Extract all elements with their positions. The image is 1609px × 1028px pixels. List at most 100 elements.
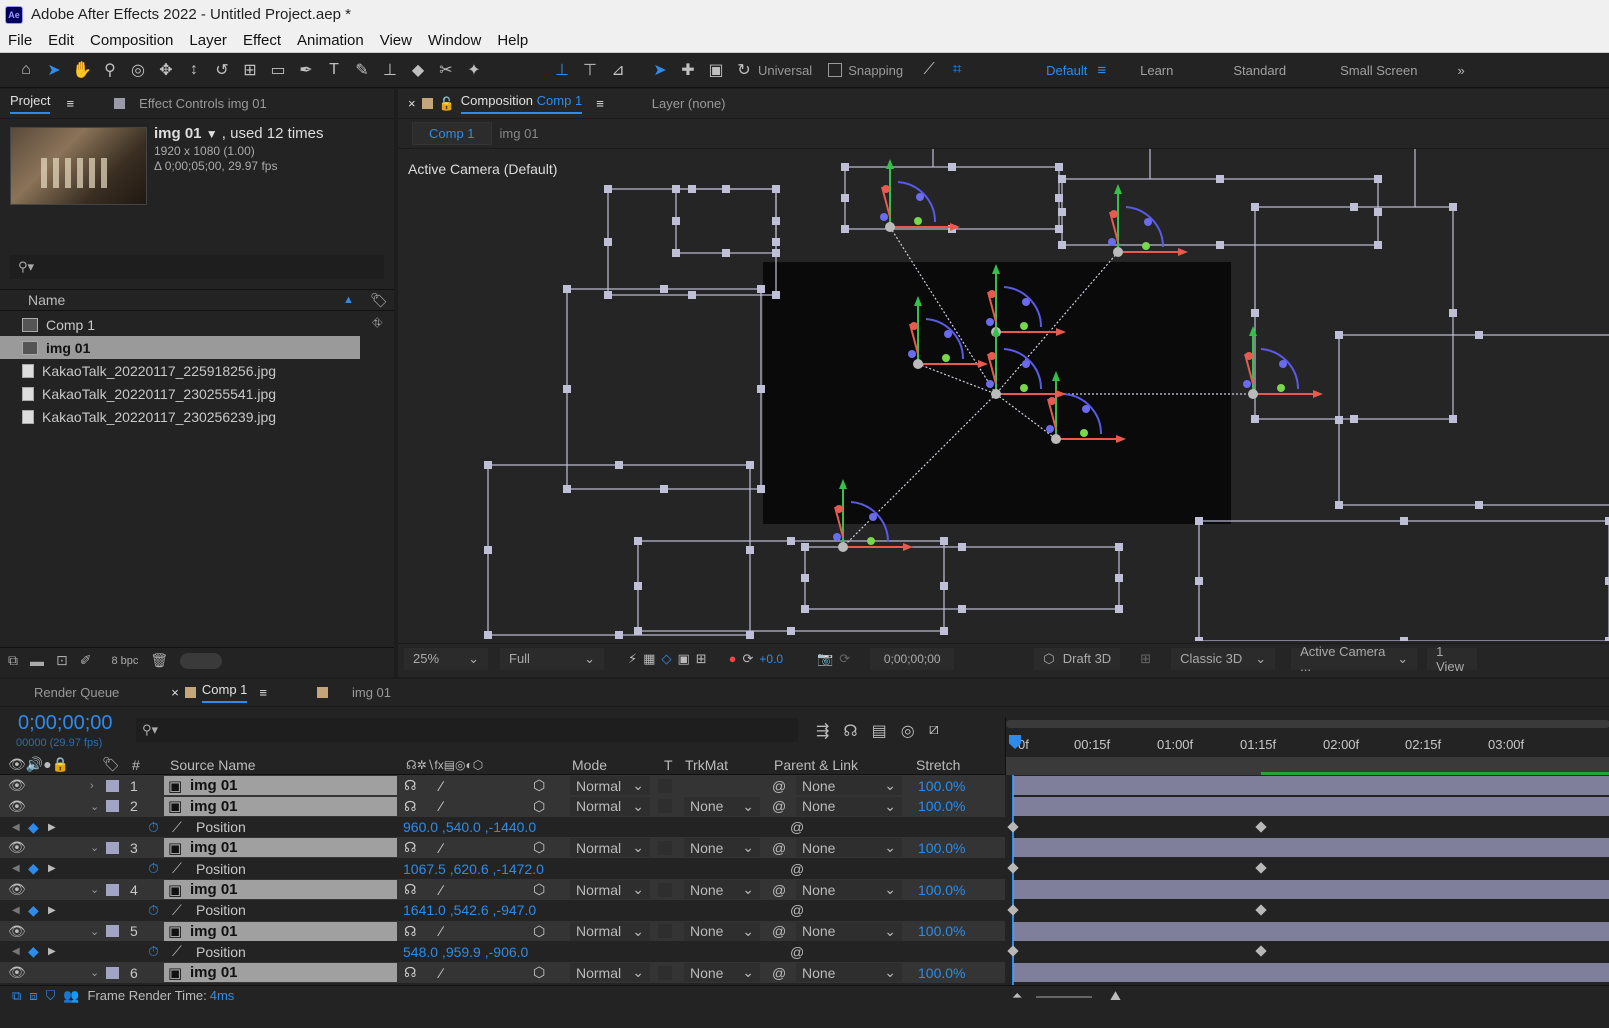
current-time[interactable]: 0;00;00;00 xyxy=(18,712,113,735)
transform-handle[interactable] xyxy=(1115,574,1123,582)
transform-handle[interactable] xyxy=(772,291,780,299)
quality-switch-icon[interactable]: ∕ xyxy=(440,923,442,939)
workspace-default[interactable]: Default xyxy=(1026,63,1097,78)
menu-window[interactable]: Window xyxy=(420,32,489,49)
pickwhip-icon[interactable]: @ xyxy=(772,840,786,856)
rectangle-icon[interactable]: ▭ xyxy=(264,56,292,84)
panel-menu-icon[interactable]: ≡ xyxy=(66,96,74,111)
transform-handle[interactable] xyxy=(722,249,730,257)
stretch-value[interactable]: 100.0% xyxy=(918,965,965,981)
transform-handle[interactable] xyxy=(940,582,948,590)
sort-ascending-icon[interactable]: ▲ xyxy=(343,294,354,306)
transform-handle[interactable] xyxy=(940,537,948,545)
label-swatch[interactable] xyxy=(106,841,119,854)
transform-handle[interactable] xyxy=(1058,208,1066,216)
trkmat-select[interactable]: None ⌄ xyxy=(684,796,760,816)
layer-bound[interactable] xyxy=(1338,334,1609,506)
transform-handle[interactable] xyxy=(1400,637,1408,641)
preserve-transparency-checkbox[interactable] xyxy=(658,840,672,855)
shy-icon[interactable]: ☊ xyxy=(843,721,857,741)
panel-menu-icon[interactable]: ≡ xyxy=(596,96,604,111)
transform-handle[interactable] xyxy=(484,461,492,469)
transform-handle[interactable] xyxy=(660,285,668,293)
keyframe[interactable] xyxy=(1255,904,1267,916)
transform-handle[interactable] xyxy=(1195,517,1203,525)
layer-duration-bar[interactable] xyxy=(1013,796,1609,816)
graph-icon[interactable]: ⟋ xyxy=(172,943,182,960)
shy-switch-icon[interactable]: ☊ xyxy=(404,777,416,794)
pan-behind-icon[interactable]: ⊞ xyxy=(236,56,264,84)
thumbnail-slider[interactable] xyxy=(180,652,223,669)
pickwhip-icon[interactable]: @ xyxy=(772,798,786,814)
renderer-select[interactable]: Classic 3D ⌄ xyxy=(1171,647,1276,670)
transform-handle[interactable] xyxy=(757,385,765,393)
parent-select[interactable]: None ⌄ xyxy=(796,796,902,816)
tab-img01[interactable]: img 01 xyxy=(307,679,401,706)
transform-handle[interactable] xyxy=(1195,577,1203,585)
transform-handle[interactable] xyxy=(1335,416,1343,424)
property-row[interactable]: ◀ ◆ ▶ ⏱ ⟋ Position 1067.5 ,620.6 ,-1472.0 @ xyxy=(0,858,1005,880)
mode-select[interactable]: Normal ⌄ xyxy=(570,880,650,899)
eraser-icon[interactable]: ◆ xyxy=(404,56,432,84)
transform-handle[interactable] xyxy=(1055,225,1063,233)
snapshot-icon[interactable]: 📷 xyxy=(817,651,833,667)
stamp-icon[interactable]: ⊥ xyxy=(376,56,404,84)
quality-switch-icon[interactable]: ∕ xyxy=(440,778,442,794)
flowchart-icon[interactable]: ⛗ xyxy=(372,315,382,331)
type-icon[interactable]: T xyxy=(320,56,348,84)
transform-handle[interactable] xyxy=(1605,577,1609,585)
exposure-value[interactable]: +0.0 xyxy=(759,652,783,666)
transform-handle[interactable] xyxy=(688,291,696,299)
3d-layer-icon[interactable]: ⬡ xyxy=(533,798,545,815)
new-folder-icon[interactable]: ▬ xyxy=(30,653,44,669)
workspace-learn[interactable]: Learn xyxy=(1120,63,1193,78)
3d-layer-icon[interactable]: ⬡ xyxy=(533,881,545,898)
grid-guides-icon[interactable]: ⊞ xyxy=(696,651,707,667)
show-snapshot-icon[interactable]: ⟳ xyxy=(839,651,850,667)
transform-handle[interactable] xyxy=(1335,501,1343,509)
transform-handle[interactable] xyxy=(746,546,754,554)
chevron-down-icon[interactable]: ⌄ xyxy=(90,841,99,854)
extended-viewer-icon[interactable]: ⊞ xyxy=(1140,651,1151,667)
transform-handle[interactable] xyxy=(615,461,623,469)
quality-switch-icon[interactable]: ∕ xyxy=(440,798,442,814)
quality-switch-icon[interactable]: ∕ xyxy=(440,840,442,856)
transform-handle[interactable] xyxy=(958,543,966,551)
chevron-down-icon[interactable]: ⌄ xyxy=(90,800,99,813)
timeline-search-input[interactable]: ⚲▾ xyxy=(136,718,798,742)
label-swatch[interactable] xyxy=(106,800,119,813)
next-keyframe-icon[interactable]: ▶ xyxy=(48,822,56,833)
eye-icon[interactable]: 👁 xyxy=(8,964,26,981)
stopwatch-icon[interactable]: ⏱ xyxy=(148,943,159,960)
view-axis-icon[interactable]: ⊿ xyxy=(604,56,632,84)
breadcrumb-comp1[interactable]: Comp 1 xyxy=(412,122,492,145)
layer-name-cell[interactable]: ▣ img 01 xyxy=(164,921,397,941)
label-swatch[interactable] xyxy=(106,966,119,979)
stopwatch-icon[interactable]: ⏱ xyxy=(148,860,159,877)
channel-icon[interactable]: ● xyxy=(729,651,737,666)
menu-file[interactable]: File xyxy=(0,32,40,49)
keyframe[interactable] xyxy=(1007,904,1019,916)
fast-preview-icon[interactable]: ⚡ xyxy=(628,651,637,667)
menu-effect[interactable]: Effect xyxy=(235,32,289,49)
stretch-value[interactable]: 100.0% xyxy=(918,882,965,898)
zoom-slider[interactable] xyxy=(1036,996,1092,998)
layer-duration-bar[interactable] xyxy=(1013,963,1609,983)
selection-icon[interactable]: ➤ xyxy=(40,56,68,84)
3d-layer-icon[interactable]: ⬡ xyxy=(533,923,545,940)
mask-visibility-icon[interactable]: ◇ xyxy=(661,651,671,667)
transform-handle[interactable] xyxy=(1115,605,1123,613)
menu-layer[interactable]: Layer xyxy=(181,32,235,49)
brush-icon[interactable]: ✎ xyxy=(348,56,376,84)
tab-project[interactable]: Project ≡ xyxy=(0,89,84,118)
transform-handle[interactable] xyxy=(615,631,623,639)
transform-handle[interactable] xyxy=(948,163,956,171)
pan-icon[interactable]: ✥ xyxy=(152,56,180,84)
transform-handle[interactable] xyxy=(1350,203,1358,211)
eye-icon[interactable]: 👁 xyxy=(8,777,26,794)
snap-target-icon[interactable]: ⌗ xyxy=(943,56,971,84)
graph-editor-icon[interactable]: ⧄ xyxy=(929,721,939,741)
transform-handle[interactable] xyxy=(801,543,809,551)
add-keyframe-icon[interactable]: ◆ xyxy=(28,943,39,960)
layer-bound[interactable] xyxy=(487,464,751,636)
